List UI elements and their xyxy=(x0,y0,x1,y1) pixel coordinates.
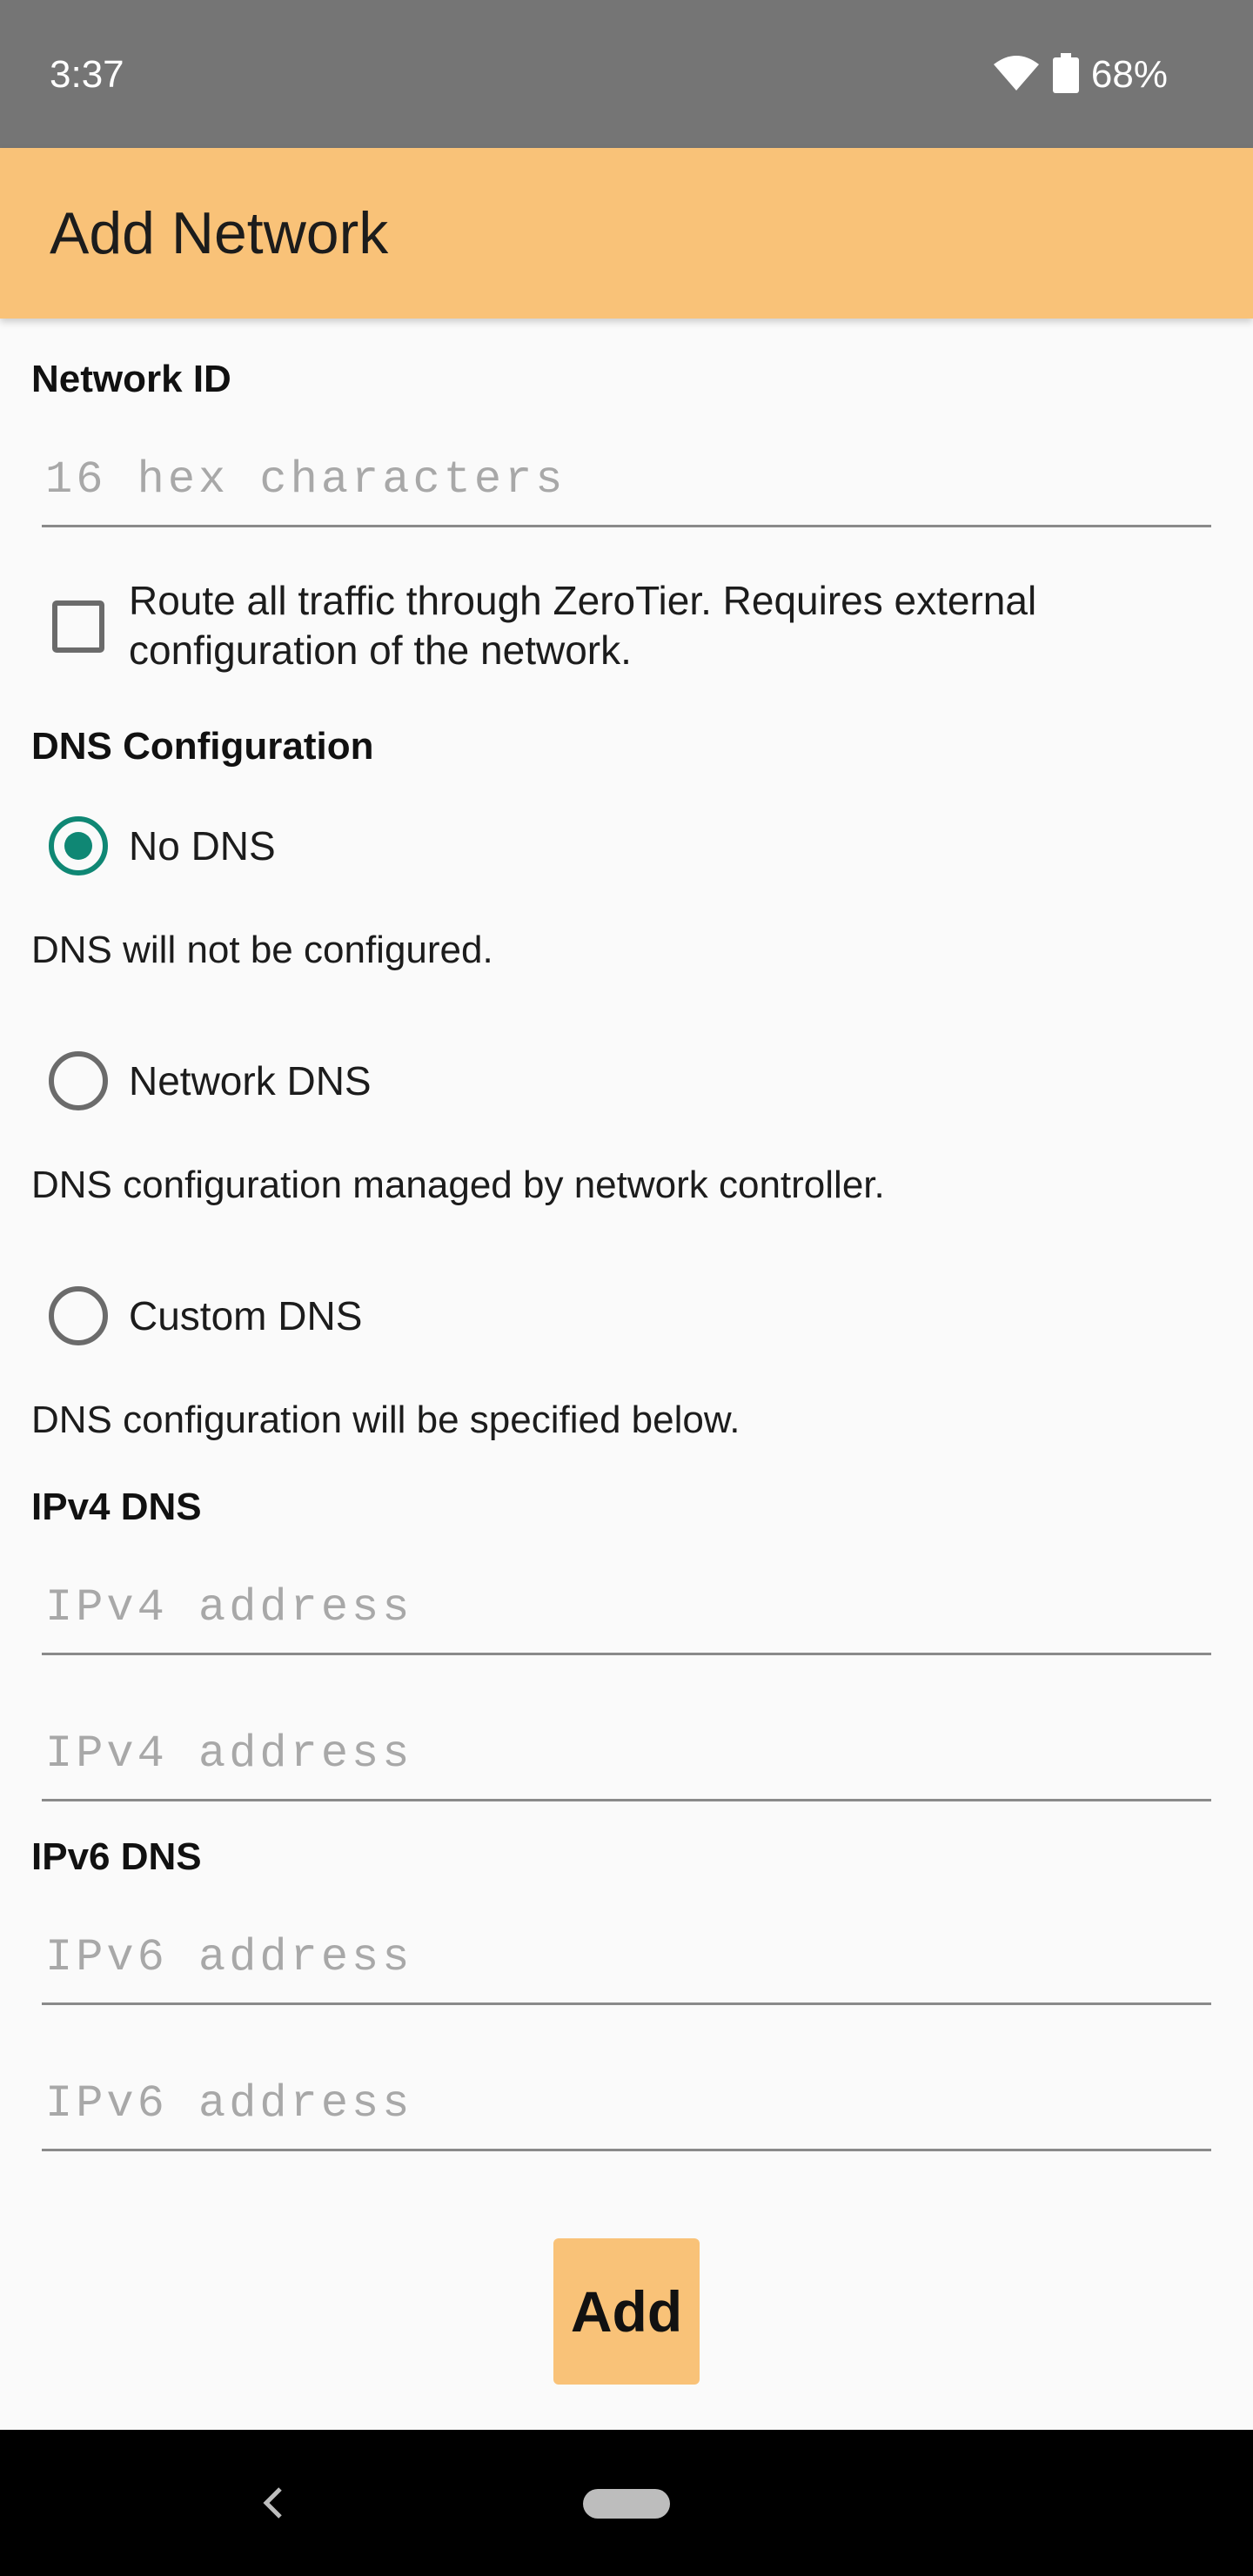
ipv4-underline-2 xyxy=(42,1799,1211,1801)
status-icons: 68% xyxy=(992,49,1168,101)
navigation-bar xyxy=(0,2430,1253,2576)
radio-network-dns-button[interactable] xyxy=(49,1051,108,1110)
ipv6-dns-field-1[interactable] xyxy=(42,1909,1211,2005)
ipv4-dns-field-2[interactable] xyxy=(42,1706,1211,1801)
route-all-traffic-checkbox[interactable] xyxy=(52,600,104,653)
battery-icon xyxy=(1052,52,1079,97)
network-id-field[interactable] xyxy=(42,432,1211,527)
network-id-label: Network ID xyxy=(31,358,231,400)
battery-percent: 68% xyxy=(1090,53,1168,96)
radio-no-dns[interactable]: No DNS xyxy=(49,811,745,881)
radio-custom-dns-label: Custom DNS xyxy=(129,1293,363,1338)
status-bar: 3:37 68% xyxy=(0,0,1253,148)
page-title: Add Network xyxy=(50,200,389,266)
home-pill-icon[interactable] xyxy=(583,2489,670,2519)
ipv6-dns-field-2[interactable] xyxy=(42,2056,1211,2151)
radio-network-dns[interactable]: Network DNS xyxy=(49,1046,745,1116)
ipv4-dns-label: IPv4 DNS xyxy=(31,1486,202,1528)
radio-custom-dns[interactable]: Custom DNS xyxy=(49,1281,745,1351)
ipv6-dns-label: IPv6 DNS xyxy=(31,1835,202,1878)
radio-custom-dns-button[interactable] xyxy=(49,1286,108,1345)
ipv4-address-input-2[interactable] xyxy=(42,1706,1211,1801)
radio-no-dns-label: No DNS xyxy=(129,823,276,869)
ipv4-address-input-1[interactable] xyxy=(42,1560,1211,1655)
radio-selected-dot xyxy=(64,832,92,860)
add-button[interactable]: Add xyxy=(553,2238,700,2385)
network-id-underline xyxy=(42,525,1211,527)
ipv6-underline-1 xyxy=(42,2002,1211,2005)
wifi-icon xyxy=(992,54,1041,97)
no-dns-description: DNS will not be configured. xyxy=(31,929,493,971)
radio-network-dns-label: Network DNS xyxy=(129,1058,372,1104)
dns-configuration-label: DNS Configuration xyxy=(31,725,374,768)
ipv6-address-input-2[interactable] xyxy=(42,2056,1211,2151)
app-bar: Add Network xyxy=(0,148,1253,319)
route-all-traffic-checkbox-row[interactable]: Route all traffic through ZeroTier. Requ… xyxy=(50,576,1216,681)
ipv6-underline-2 xyxy=(42,2149,1211,2151)
ipv4-dns-field-1[interactable] xyxy=(42,1560,1211,1655)
route-all-traffic-label: Route all traffic through ZeroTier. Requ… xyxy=(129,578,1037,673)
radio-no-dns-button[interactable] xyxy=(49,816,108,875)
ipv6-address-input-1[interactable] xyxy=(42,1909,1211,2005)
network-dns-description: DNS configuration managed by network con… xyxy=(31,1164,885,1206)
status-time: 3:37 xyxy=(50,53,124,96)
back-icon[interactable] xyxy=(256,2482,291,2524)
custom-dns-description: DNS configuration will be specified belo… xyxy=(31,1399,740,1441)
network-id-input[interactable] xyxy=(42,432,1211,527)
ipv4-underline-1 xyxy=(42,1653,1211,1655)
